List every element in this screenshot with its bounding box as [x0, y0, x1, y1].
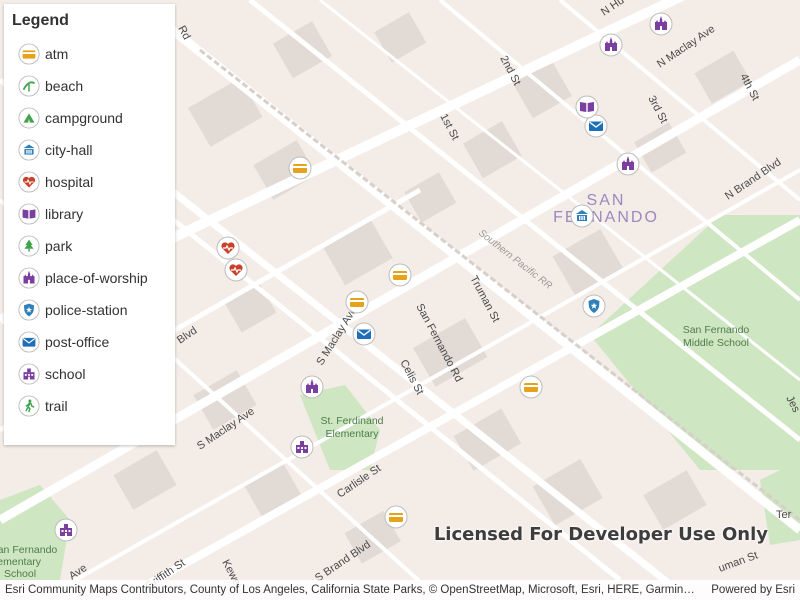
legend-item-atm: atm: [10, 38, 169, 70]
legend-item-library: library: [10, 198, 169, 230]
hospital-marker[interactable]: [224, 258, 248, 282]
attribution-bar[interactable]: Esri Community Maps Contributors, County…: [0, 580, 800, 600]
legend-item-beach: beach: [10, 70, 169, 102]
campground-icon: [18, 107, 40, 129]
legend-item-trail: trail: [10, 390, 169, 422]
park-icon: [18, 235, 40, 257]
legend-item-label: police-station: [45, 302, 128, 318]
hospital-marker[interactable]: [216, 236, 240, 260]
legend-item-police-station: police-station: [10, 294, 169, 326]
legend-title: Legend: [12, 12, 69, 29]
middle-school-label-1: San Fernando: [683, 324, 750, 336]
elementary-label-2: Elementary: [325, 428, 379, 440]
school-marker[interactable]: [54, 518, 78, 542]
atm-marker[interactable]: [345, 290, 369, 314]
library-marker[interactable]: [575, 95, 599, 119]
trail-icon: [18, 395, 40, 417]
legend-item-label: atm: [45, 46, 69, 62]
elementary-label-1: St. Ferdinand: [320, 415, 383, 427]
legend-item-post-office: post-office: [10, 326, 169, 358]
attribution-sources[interactable]: Esri Community Maps Contributors, County…: [5, 584, 695, 596]
legend-item-park: park: [10, 230, 169, 262]
legend-item-label: city-hall: [45, 142, 93, 158]
middle-school-label-2: Middle School: [683, 337, 749, 349]
post-office-icon: [18, 331, 40, 353]
legend-item-place-of-worship: place-of-worship: [10, 262, 169, 294]
legend-item-label: park: [45, 238, 73, 254]
place-of-worship-marker[interactable]: [649, 12, 673, 36]
city-hall-icon: [18, 139, 40, 161]
place-label-line2: FERNANDO: [553, 209, 659, 226]
legend-item-label: post-office: [45, 334, 110, 350]
powered-by-link[interactable]: Powered by Esri: [711, 584, 795, 596]
place-label-line1: SAN: [587, 192, 626, 209]
school-icon: [18, 363, 40, 385]
legend-item-label: hospital: [45, 174, 94, 190]
sw-school-label-2: lementary: [0, 556, 42, 568]
legend-item-hospital: hospital: [10, 166, 169, 198]
developer-watermark: Licensed For Developer Use Only: [433, 524, 768, 545]
post-office-marker[interactable]: [352, 322, 376, 346]
legend-panel: Legend atm beach campground city-hall ho…: [4, 4, 175, 445]
atm-marker[interactable]: [288, 156, 312, 180]
library-icon: [18, 203, 40, 225]
place-of-worship-marker[interactable]: [599, 33, 623, 57]
hospital-icon: [18, 171, 40, 193]
sw-school-label-3: School: [4, 568, 36, 580]
street-label: Ter: [776, 509, 792, 521]
sw-school-label-1: San Fernando: [0, 544, 57, 556]
police-station-marker[interactable]: [582, 294, 606, 318]
place-of-worship-icon: [18, 267, 40, 289]
atm-icon: [18, 43, 40, 65]
school-marker[interactable]: [290, 435, 314, 459]
police-station-icon: [18, 299, 40, 321]
legend-item-label: campground: [45, 110, 123, 126]
legend-item-label: place-of-worship: [45, 270, 148, 286]
legend-item-label: trail: [45, 398, 68, 414]
atm-marker[interactable]: [519, 375, 543, 399]
legend-item-campground: campground: [10, 102, 169, 134]
beach-icon: [18, 75, 40, 97]
legend-item-label: beach: [45, 78, 84, 94]
legend-item-city-hall: city-hall: [10, 134, 169, 166]
place-of-worship-marker[interactable]: [616, 152, 640, 176]
atm-marker[interactable]: [384, 505, 408, 529]
legend-item-label: library: [45, 206, 84, 222]
legend-item-school: school: [10, 358, 169, 390]
legend-item-label: school: [45, 366, 86, 382]
atm-marker[interactable]: [388, 263, 412, 287]
city-hall-marker[interactable]: [570, 204, 594, 228]
place-of-worship-marker[interactable]: [300, 375, 324, 399]
